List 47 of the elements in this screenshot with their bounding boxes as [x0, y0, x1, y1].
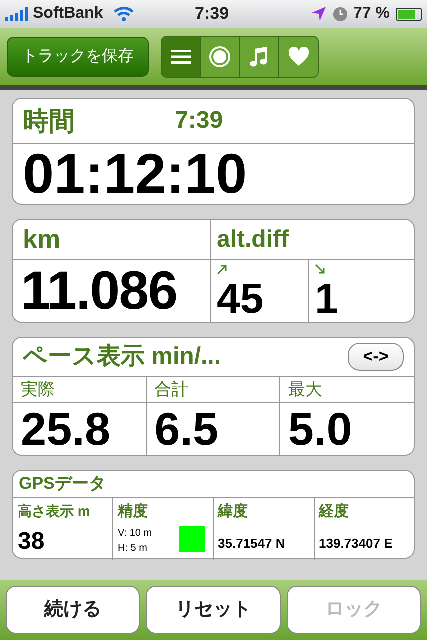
wifi-icon — [113, 6, 136, 22]
altitude-label: 高さ表示 m — [18, 502, 92, 521]
altitude-diff-label: alt.diff — [211, 220, 414, 260]
pace-value: 5.0 — [287, 403, 354, 455]
distance-value: 11.086 — [13, 260, 211, 322]
gps-title: GPSデータ — [13, 471, 414, 498]
longitude-value: 139.73407 E — [319, 534, 394, 552]
carrier-name: SoftBank — [33, 4, 104, 24]
vertical-accuracy: V: 10 m — [118, 526, 154, 540]
action-button[interactable]: 続ける — [6, 586, 140, 634]
segment-tab[interactable] — [279, 36, 318, 76]
battery-icon — [396, 8, 422, 20]
clock-icon — [332, 6, 348, 22]
latitude-value: 35.71547 N — [218, 534, 286, 552]
segment-tab[interactable] — [162, 36, 201, 76]
elapsed-time: 01:12:10 — [22, 144, 248, 204]
music-note-icon — [249, 46, 269, 68]
save-track-button[interactable]: トラックを保存 — [7, 36, 149, 76]
action-button[interactable]: リセット — [146, 586, 281, 634]
altitude-value: 38 — [18, 527, 46, 557]
battery-percent: 77 % — [354, 4, 390, 24]
longitude-label: 経度 — [319, 502, 350, 522]
latitude-label: 緯度 — [218, 502, 249, 522]
up-arrow-icon — [217, 264, 228, 275]
record-icon — [209, 46, 231, 68]
segment-tab[interactable] — [201, 36, 240, 76]
accuracy-label: 精度 — [118, 502, 149, 522]
status-time: 7:39 — [195, 3, 230, 26]
down-arrow-icon — [315, 264, 326, 275]
pace-column-label: 最大 — [280, 377, 414, 403]
pace-value: 25.8 — [20, 403, 112, 455]
menu-icon — [171, 48, 191, 64]
clock-time: 7:39 — [175, 106, 224, 136]
pace-value: 6.5 — [154, 403, 220, 455]
swap-toggle-button[interactable]: <-> — [348, 343, 404, 371]
ascent-value: 45 — [217, 278, 264, 320]
time-label: 時間 — [23, 104, 75, 138]
horizontal-accuracy: H: 5 m — [118, 542, 148, 556]
distance-label: km — [13, 220, 211, 260]
segment-tab[interactable] — [240, 36, 279, 76]
heart-icon — [288, 46, 310, 66]
location-arrow-icon — [310, 6, 327, 22]
pace-column-label: 合計 — [146, 377, 280, 403]
descent-value: 1 — [315, 278, 338, 320]
pace-title: ペース表示 min/... — [23, 342, 222, 372]
signal-icon — [5, 7, 31, 21]
pace-column-label: 実際 — [13, 377, 146, 403]
